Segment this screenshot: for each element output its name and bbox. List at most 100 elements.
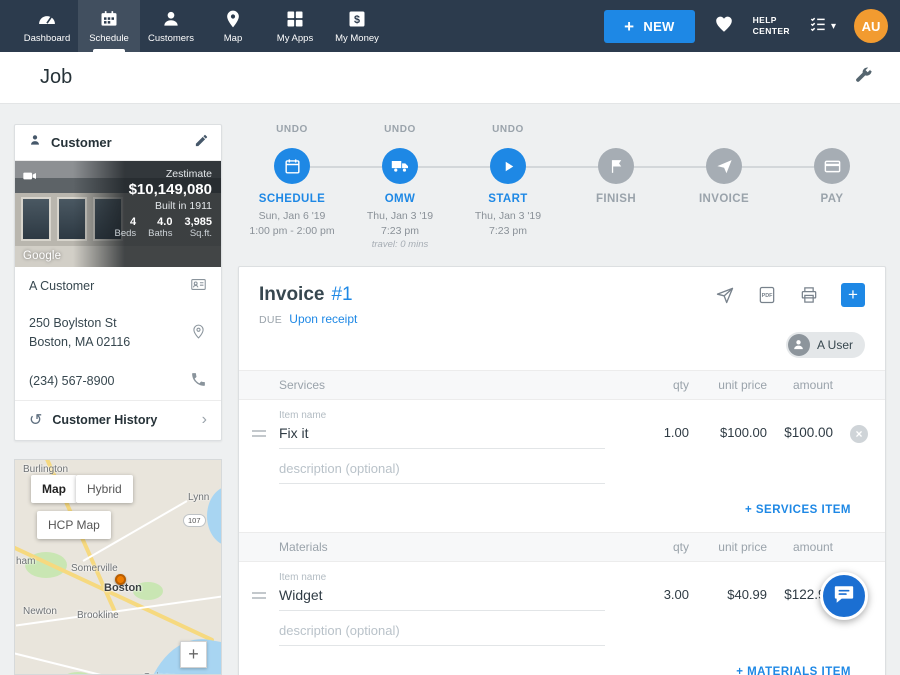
zoom-in-button[interactable]: + [180,641,207,668]
material-description-input[interactable] [279,621,605,646]
customer-phone-row: (234) 567-8900 [15,362,221,400]
qty-column-header: qty [619,540,689,554]
hcp-map-button[interactable]: HCP Map [37,511,111,539]
map-marker[interactable] [115,574,126,585]
add-material-item-link[interactable]: + MATERIALS ITEM [736,666,851,675]
finish-step-icon[interactable] [598,148,634,184]
material-item-description-row [239,611,885,646]
service-item-name-input[interactable] [279,423,605,449]
invoice-title: Invoice [259,284,324,306]
due-row: DUE Upon receipt [259,312,865,326]
svg-text:$: $ [354,14,360,26]
customer-history-button[interactable]: ↺ Customer History › [15,400,221,440]
material-item-name-input[interactable] [279,585,605,611]
chat-fab-button[interactable] [820,572,868,620]
built-year: Built in 1911 [155,200,212,212]
service-description-input[interactable] [279,459,605,484]
customer-icon [27,132,43,153]
invoice-card: Invoice #1 PDF + DUE Upon receipt [238,266,886,675]
apps-grid-icon [285,9,305,29]
drag-handle[interactable] [252,427,266,437]
step-dates: Thu, Jan 3 '19 7:23 pm [475,209,541,238]
baths-value: 4.0 [148,216,172,228]
invoice-number-link[interactable]: #1 [331,284,352,306]
location-pin-icon[interactable] [190,323,207,343]
nav-my-money[interactable]: $ My Money [326,0,388,52]
item-name-label: Item name [279,410,619,421]
tasks-menu-button[interactable]: ▾ [808,14,836,39]
main-panel: UNDO SCHEDULE Sun, Jan 6 '19 1:00 pm - 2… [238,124,886,675]
map-road [14,650,163,675]
customer-name: A Customer [29,279,94,293]
new-button[interactable]: + NEW [604,10,694,43]
svg-text:PDF: PDF [762,293,774,299]
property-photo[interactable]: Zestimate $10,149,080 Built in 1911 4 Be… [15,161,221,267]
undo-start-button[interactable]: UNDO [492,124,524,144]
nav-right-cluster: + NEW HELP CENTER ▾ AU [604,0,888,52]
customer-phone: (234) 567-8900 [29,374,114,388]
map-label-burlington: Burlington [23,464,68,475]
service-item-qty[interactable]: 1.00 [619,425,689,449]
add-invoice-item-button[interactable]: + [841,283,865,307]
edit-customer-icon[interactable] [194,133,209,153]
send-invoice-icon[interactable] [715,285,735,305]
pay-step-icon[interactable] [814,148,850,184]
unit-price-column-header: unit price [689,378,767,392]
material-item-unit-price[interactable]: $40.99 [689,587,767,611]
nav-my-apps[interactable]: My Apps [264,0,326,52]
step-label: OMW [385,193,416,205]
job-tools-icon[interactable] [853,65,874,91]
beds-label: Beds [115,228,137,239]
nav-customers[interactable]: Customers [140,0,202,52]
step-finish: FINISH [562,124,670,252]
add-service-item-link[interactable]: + SERVICES ITEM [745,504,851,516]
add-material-row: + MATERIALS ITEM [239,646,885,675]
step-schedule: UNDO SCHEDULE Sun, Jan 6 '19 1:00 pm - 2… [238,124,346,252]
pdf-icon[interactable]: PDF [757,285,777,305]
schedule-step-icon[interactable] [274,148,310,184]
contact-card-icon[interactable] [190,276,207,296]
omw-step-icon[interactable] [382,148,418,184]
invoice-step-icon[interactable] [706,148,742,184]
chevron-right-icon: › [202,411,207,429]
route-badge: 107 [183,514,206,527]
dashboard-icon [37,9,57,29]
caret-down-icon: ▾ [831,21,836,32]
services-title: Services [279,378,619,392]
phone-icon[interactable] [190,371,207,391]
user-avatar[interactable]: AU [854,9,888,43]
map-widget[interactable]: Burlington Lynn 107 ham Somerville Bosto… [14,459,222,675]
amount-column-header: amount [767,378,833,392]
assignee-chip[interactable]: A User [786,332,865,358]
undo-schedule-button[interactable]: UNDO [276,124,308,144]
money-icon: $ [347,9,367,29]
item-name-label: Item name [279,572,619,583]
due-value-link[interactable]: Upon receipt [289,312,357,326]
materials-section-header: Materials qty unit price amount [239,532,885,562]
start-step-icon[interactable] [490,148,526,184]
due-label: DUE [259,314,282,326]
services-section-header: Services qty unit price amount [239,370,885,400]
map-type-hybrid-button[interactable]: Hybrid [76,475,133,503]
help-center-line2: CENTER [753,26,790,37]
undo-omw-button[interactable]: UNDO [384,124,416,144]
drag-handle[interactable] [252,589,266,599]
invoice-actions: PDF + [715,283,865,307]
help-center-button[interactable]: HELP CENTER [753,15,790,37]
map-label-brookline: Brookline [77,610,119,621]
step-label: PAY [821,193,844,205]
map-label-somerville: Somerville [71,563,118,574]
refer-heart-icon[interactable] [713,13,735,40]
street-view-icon [22,168,38,189]
map-zoom-controls: + − [180,641,207,675]
material-item-qty[interactable]: 3.00 [619,587,689,611]
nav-dashboard[interactable]: Dashboard [16,0,78,52]
nav-schedule[interactable]: Schedule [78,0,140,52]
step-invoice: INVOICE [670,124,778,252]
nav-map[interactable]: Map [202,0,264,52]
map-type-map-button[interactable]: Map [31,475,77,503]
print-icon[interactable] [799,285,819,305]
sqft-value: 3,985 [184,216,212,228]
remove-service-item-button[interactable]: × [850,425,868,443]
service-item-unit-price[interactable]: $100.00 [689,425,767,449]
